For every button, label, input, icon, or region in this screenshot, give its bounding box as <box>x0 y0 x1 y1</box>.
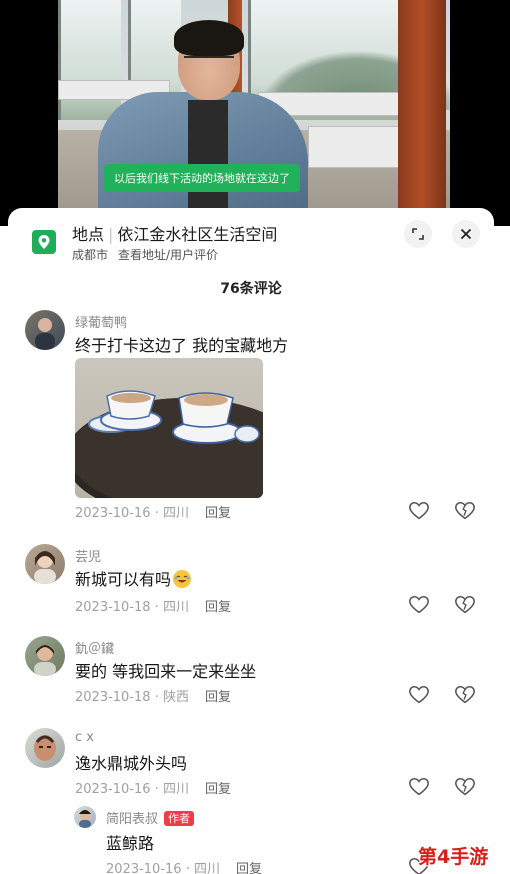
comment-username[interactable]: 釚＠鑶 <box>75 638 114 657</box>
comment-meta: 2023-10-18 · 陕西 回复 <box>75 690 231 705</box>
location-city: 成都市 <box>72 248 109 262</box>
person-glasses <box>184 56 234 70</box>
broken-heart-icon[interactable] <box>454 500 476 522</box>
comment-region: 四川 <box>162 506 189 521</box>
comment-region: 四川 <box>162 782 189 797</box>
expand-icon <box>412 228 424 240</box>
comment-date: 2023-10-16 <box>75 506 151 521</box>
reply-date: 2023-10-16 <box>106 862 182 874</box>
comment-region: 陕西 <box>162 690 189 705</box>
window-panel <box>58 0 121 120</box>
comment-username[interactable]: c x <box>75 730 94 745</box>
broken-heart-icon[interactable] <box>454 776 476 798</box>
reply-button[interactable]: 回复 <box>205 600 231 615</box>
pillar <box>398 0 446 226</box>
reply-button[interactable]: 回复 <box>205 782 231 797</box>
location-name: 依江金水社区生活空间 <box>117 225 278 244</box>
avatar[interactable] <box>74 806 96 828</box>
comment-date: 2023-10-16 <box>75 782 151 797</box>
location-subtitle: 成都市 查看地址/用户评价 <box>72 246 218 263</box>
divider: | <box>108 225 114 244</box>
broken-heart-icon[interactable] <box>454 594 476 616</box>
comment-text: 新城可以有吗 <box>75 566 192 590</box>
comment-meta: 2023-10-16 · 四川 回复 <box>75 506 231 521</box>
watermark-logo: 第4手游 <box>418 846 489 868</box>
location-title[interactable]: 地点 | 依江金水社区生活空间 <box>72 221 277 245</box>
avatar[interactable] <box>25 544 65 584</box>
avatar[interactable] <box>25 310 65 350</box>
comment-region: 四川 <box>162 600 189 615</box>
comment-meta: 2023-10-18 · 四川 回复 <box>75 600 231 615</box>
screen: 以后我们线下活动的场地就在这边了 地点 | 依江金水社区生活空间 成都市 查看地址/用… <box>0 0 510 874</box>
comment-username[interactable]: 绿葡萄鸭 <box>75 312 127 331</box>
avatar[interactable] <box>25 728 65 768</box>
heart-icon[interactable] <box>408 776 430 798</box>
comments-count: 76条评论 <box>220 281 282 297</box>
person-hair <box>174 20 244 56</box>
reply-username-text: 简阳表叔 <box>106 812 159 827</box>
location-pin-icon <box>32 230 56 254</box>
comment-meta: 2023-10-16 · 四川 回复 <box>75 782 231 797</box>
comment-text-body: 新城可以有吗 <box>75 570 172 589</box>
laughing-emoji-icon <box>173 570 192 588</box>
close-button[interactable] <box>452 220 480 248</box>
heart-icon[interactable] <box>408 594 430 616</box>
comment-date: 2023-10-18 <box>75 690 151 705</box>
comment-text: 逸水鼎城外头吗 <box>75 754 188 773</box>
expand-button[interactable] <box>404 220 432 248</box>
comment-username[interactable]: 芸児 <box>75 546 101 565</box>
reply-region: 四川 <box>193 862 220 874</box>
broken-heart-icon[interactable] <box>454 684 476 706</box>
reply-meta: 2023-10-16 · 四川 回复 <box>106 858 262 874</box>
video-player[interactable]: 以后我们线下活动的场地就在这边了 <box>0 0 510 226</box>
video-subtitle: 以后我们线下活动的场地就在这边了 <box>104 164 300 192</box>
reply-username[interactable]: 简阳表叔 作者 <box>106 808 195 827</box>
comment-sheet: 地点 | 依江金水社区生活空间 成都市 查看地址/用户评价 76条评论 绿葡萄鸭… <box>8 208 494 874</box>
reply-button[interactable]: 回复 <box>205 690 231 705</box>
location-label: 地点 <box>72 225 105 244</box>
reply-text: 蓝鲸路 <box>106 834 155 853</box>
comment-photo[interactable] <box>75 358 263 498</box>
heart-icon[interactable] <box>408 684 430 706</box>
avatar[interactable] <box>25 636 65 676</box>
heart-icon[interactable] <box>408 500 430 522</box>
video-frame <box>58 0 450 226</box>
author-badge: 作者 <box>164 811 195 826</box>
comment-text: 要的 等我回来一定来坐坐 <box>75 662 257 681</box>
close-icon <box>460 228 472 240</box>
comment-text: 终于打卡这边了 我的宝藏地方 <box>75 336 289 355</box>
reply-button[interactable]: 回复 <box>205 506 231 521</box>
reply-button[interactable]: 回复 <box>236 862 262 874</box>
comment-date: 2023-10-18 <box>75 600 151 615</box>
location-links[interactable]: 查看地址/用户评价 <box>118 248 218 262</box>
